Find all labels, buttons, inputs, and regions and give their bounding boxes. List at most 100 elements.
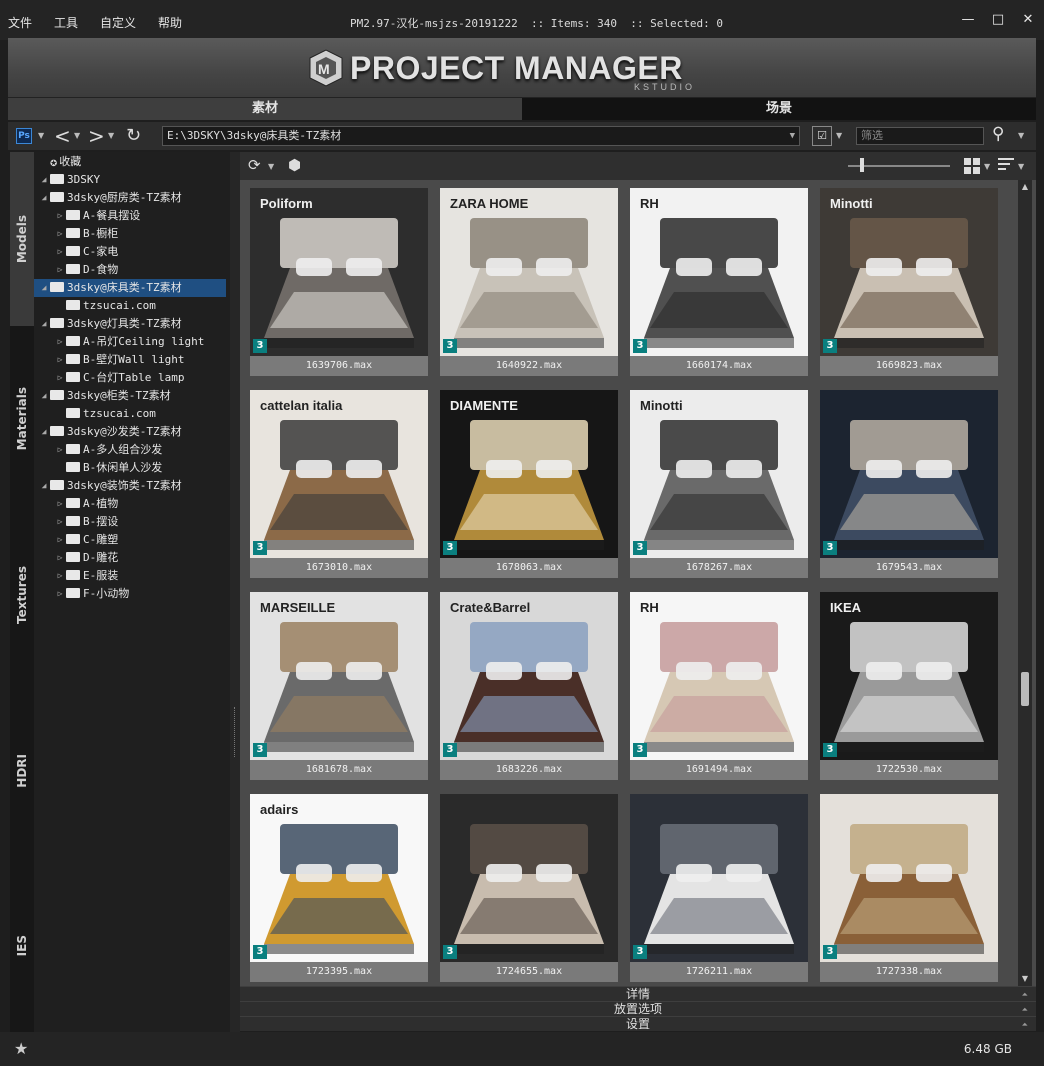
chevron-down-icon[interactable]: ▼ — [984, 162, 990, 171]
accordion-details[interactable]: 详情 ⏶ — [240, 986, 1036, 1001]
menu-customize[interactable]: 自定义 — [100, 14, 136, 31]
expand-arrow-icon[interactable]: ▷ — [54, 333, 66, 351]
chevron-down-icon[interactable]: ▼ — [1018, 131, 1024, 140]
tree-item[interactable]: ▷ B-摆设 — [34, 513, 226, 531]
menu-tools[interactable]: 工具 — [54, 14, 78, 31]
model-thumbnail[interactable]: IKEA 3 1722530.max — [820, 592, 998, 780]
collapse-arrow-icon[interactable]: ◢ — [38, 477, 50, 495]
tree-item[interactable]: ▷ A-吊灯Ceiling light — [34, 333, 226, 351]
package-icon[interactable]: ⬢ — [288, 156, 301, 174]
tree-item[interactable]: ▷ A-植物 — [34, 495, 226, 513]
model-thumbnail[interactable]: Poliform 3 1639706.max — [250, 188, 428, 376]
expand-arrow-icon[interactable]: ▷ — [54, 369, 66, 387]
chevron-down-icon[interactable]: ▼ — [790, 127, 795, 145]
expand-arrow-icon[interactable]: ▷ — [54, 495, 66, 513]
sort-icon[interactable] — [998, 158, 1014, 173]
splitter-grip[interactable] — [234, 707, 236, 757]
side-tab-materials[interactable]: Materials — [10, 332, 34, 506]
tree-item[interactable]: ▷ C-台灯Table lamp — [34, 369, 226, 387]
collapse-arrow-icon[interactable]: ◢ — [38, 189, 50, 207]
chevron-down-icon[interactable]: ▼ — [1018, 162, 1024, 171]
filter-input[interactable]: 筛选 — [856, 127, 984, 145]
tree-item[interactable]: ✪ 收藏 — [34, 153, 226, 171]
tree-item[interactable]: ▷ E-服装 — [34, 567, 226, 585]
search-icon[interactable]: ⚲ — [992, 124, 1004, 144]
expand-arrow-icon[interactable]: ▷ — [54, 225, 66, 243]
scroll-up-icon[interactable]: ▲ — [1018, 180, 1032, 194]
tree-item[interactable]: ▷ C-雕塑 — [34, 531, 226, 549]
side-tab-hdri[interactable]: HDRI — [10, 684, 34, 858]
tree-item[interactable]: ▷ A-餐具摆设 — [34, 207, 226, 225]
tree-item[interactable]: ◢ 3dsky@装饰类-TZ素材 — [34, 477, 226, 495]
model-thumbnail[interactable]: ZARA HOME 3 1640922.max — [440, 188, 618, 376]
collapse-arrow-icon[interactable]: ◢ — [38, 423, 50, 441]
side-tab-ies[interactable]: IES — [10, 860, 34, 1032]
tab-scenes[interactable]: 场景 — [522, 98, 1036, 120]
forward-arrow-icon[interactable]: > — [88, 124, 105, 148]
back-arrow-icon[interactable]: < — [54, 124, 71, 148]
expand-arrow-icon[interactable]: ▷ — [54, 441, 66, 459]
model-thumbnail[interactable]: 3 1727338.max — [820, 794, 998, 982]
tree-item[interactable]: ◢ 3dsky@灯具类-TZ素材 — [34, 315, 226, 333]
chevron-down-icon[interactable]: ▼ — [836, 131, 842, 140]
tree-item[interactable]: B-休闲单人沙发 — [34, 459, 226, 477]
panel-splitter[interactable] — [230, 152, 240, 1032]
model-thumbnail[interactable]: 3 1679543.max — [820, 390, 998, 578]
slider-handle[interactable] — [860, 158, 864, 172]
collapse-arrow-icon[interactable]: ◢ — [38, 315, 50, 333]
favorite-star-icon[interactable]: ★ — [14, 1039, 28, 1058]
expand-arrow-icon[interactable]: ▷ — [54, 531, 66, 549]
expand-arrow-icon[interactable]: ▷ — [54, 243, 66, 261]
minimize-button[interactable]: — — [960, 12, 976, 27]
tree-item[interactable]: ◢ 3dsky@沙发类-TZ素材 — [34, 423, 226, 441]
scroll-down-icon[interactable]: ▼ — [1018, 972, 1032, 986]
collapse-arrow-icon[interactable]: ◢ — [38, 387, 50, 405]
collapse-arrow-icon[interactable]: ◢ — [38, 171, 50, 189]
model-thumbnail[interactable]: Minotti 3 1669823.max — [820, 188, 998, 376]
model-thumbnail[interactable]: adairs 3 1723395.max — [250, 794, 428, 982]
maximize-button[interactable]: □ — [990, 12, 1006, 27]
photoshop-icon[interactable]: Ps — [16, 128, 32, 144]
accordion-placement-options[interactable]: 放置选项 ⏶ — [240, 1001, 1036, 1016]
model-thumbnail[interactable]: cattelan italia 3 1673010.max — [250, 390, 428, 578]
tree-item[interactable]: ◢ 3DSKY — [34, 171, 226, 189]
tab-assets[interactable]: 素材 — [8, 98, 522, 120]
model-thumbnail[interactable]: Crate&Barrel 3 1683226.max — [440, 592, 618, 780]
accordion-settings[interactable]: 设置 ⏶ — [240, 1016, 1036, 1031]
collapse-arrow-icon[interactable]: ◢ — [38, 279, 50, 297]
model-thumbnail[interactable]: RH 3 1691494.max — [630, 592, 808, 780]
tree-item[interactable]: tzsucai.com — [34, 405, 226, 423]
model-thumbnail[interactable]: MARSEILLE 3 1681678.max — [250, 592, 428, 780]
tree-item[interactable]: ◢ 3dsky@柜类-TZ素材 — [34, 387, 226, 405]
tree-item[interactable]: ▷ B-壁灯Wall light — [34, 351, 226, 369]
tree-item[interactable]: ◢ 3dsky@床具类-TZ素材 — [34, 279, 226, 297]
expand-arrow-icon[interactable]: ▷ — [54, 513, 66, 531]
tree-item[interactable]: ▷ F-小动物 — [34, 585, 226, 603]
side-tab-textures[interactable]: Textures — [10, 508, 34, 682]
side-tab-models[interactable]: Models — [10, 152, 34, 326]
sync-icon[interactable]: ⟳ — [248, 156, 261, 174]
grid-view-icon[interactable] — [964, 158, 980, 174]
close-button[interactable]: ✕ — [1020, 12, 1036, 27]
chevron-down-icon[interactable]: ▼ — [268, 162, 274, 171]
expand-arrow-icon[interactable]: ▷ — [54, 567, 66, 585]
path-input[interactable]: E:\3DSKY\3dsky@床具类-TZ素材 ▼ — [162, 126, 800, 146]
scrollbar-thumb[interactable] — [1021, 672, 1029, 706]
menu-help[interactable]: 帮助 — [158, 14, 182, 31]
model-thumbnail[interactable]: 3 1724655.max — [440, 794, 618, 982]
expand-arrow-icon[interactable]: ▷ — [54, 261, 66, 279]
chevron-down-icon[interactable]: ▼ — [74, 131, 80, 140]
expand-arrow-icon[interactable]: ▷ — [54, 207, 66, 225]
tree-item[interactable]: tzsucai.com — [34, 297, 226, 315]
model-thumbnail[interactable]: Minotti 3 1678267.max — [630, 390, 808, 578]
model-thumbnail[interactable]: RH 3 1660174.max — [630, 188, 808, 376]
tree-item[interactable]: ▷ D-食物 — [34, 261, 226, 279]
expand-arrow-icon[interactable]: ▷ — [54, 585, 66, 603]
refresh-icon[interactable]: ↻ — [126, 125, 141, 146]
chevron-down-icon[interactable]: ▼ — [108, 131, 114, 140]
chevron-down-icon[interactable]: ▼ — [38, 131, 44, 140]
tree-item[interactable]: ▷ D-雕花 — [34, 549, 226, 567]
tree-item[interactable]: ◢ 3dsky@厨房类-TZ素材 — [34, 189, 226, 207]
tree-item[interactable]: ▷ A-多人组合沙发 — [34, 441, 226, 459]
expand-arrow-icon[interactable]: ▷ — [54, 549, 66, 567]
